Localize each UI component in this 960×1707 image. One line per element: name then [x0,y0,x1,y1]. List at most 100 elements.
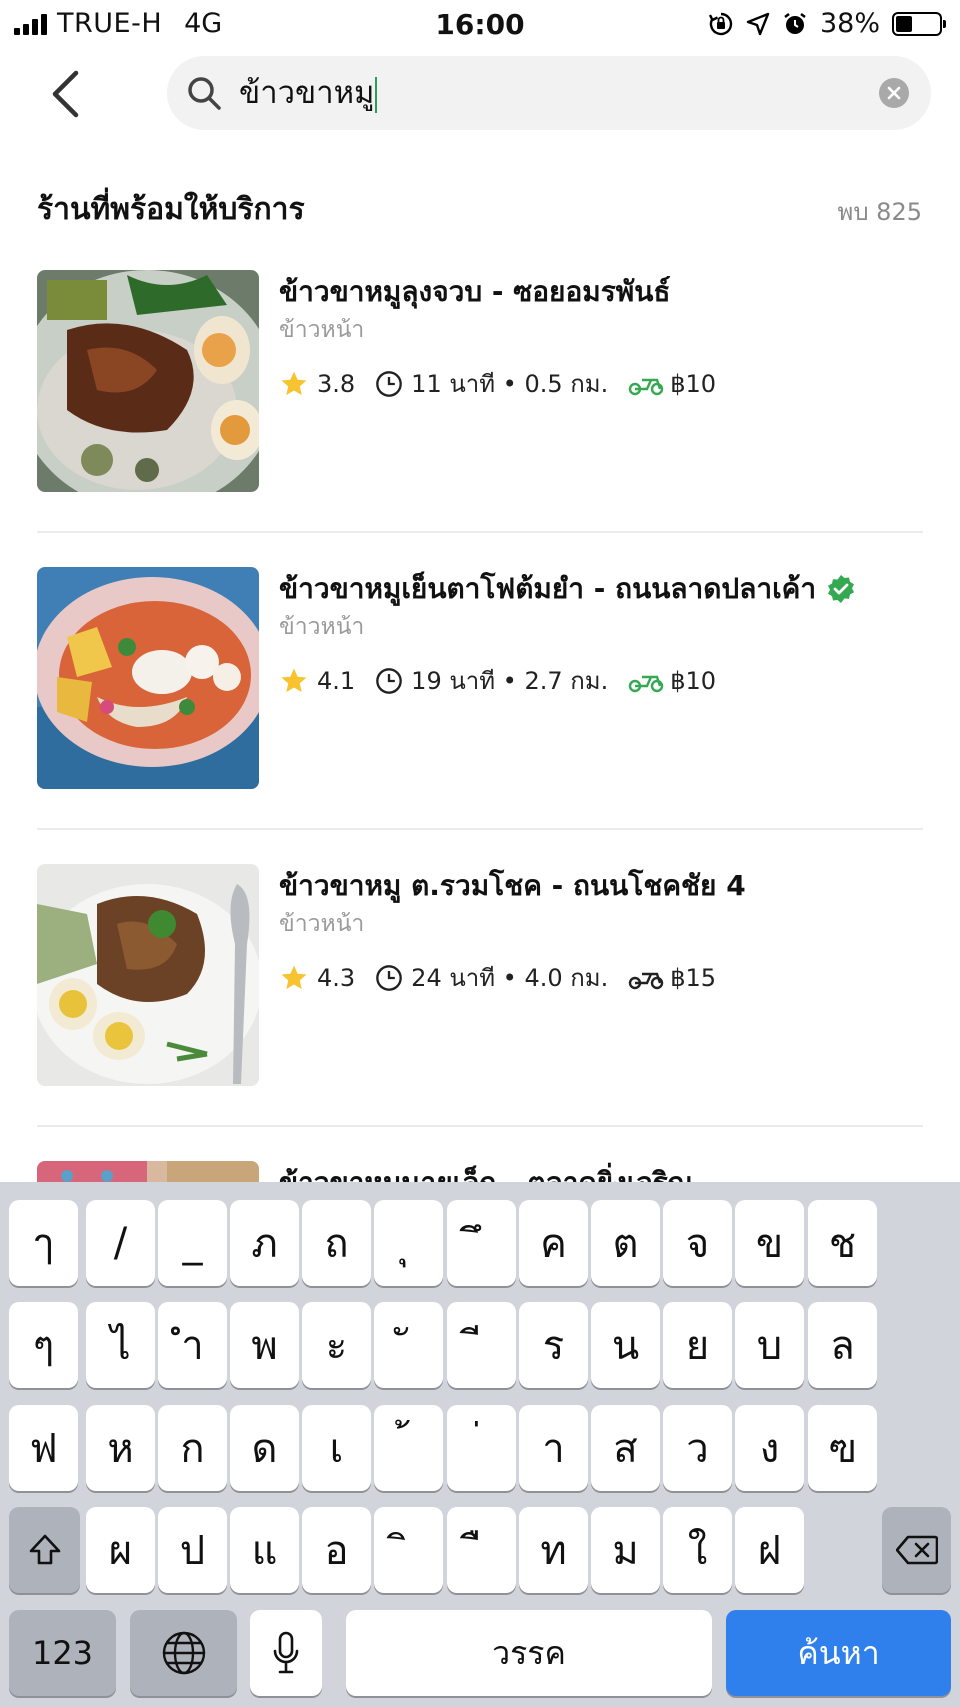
time-distance: 11 นาที • 0.5 กม. [411,370,609,398]
key-row2-9[interactable]: น [591,1302,660,1388]
rating: 4.3 [317,963,356,992]
globe-icon [162,1631,205,1675]
restaurant-category: ข้าวหน้า [279,614,365,640]
key-row2-12[interactable]: ล [808,1302,877,1388]
key-row3-10[interactable]: ว [663,1405,732,1491]
chevron-left-icon [52,70,79,118]
key-row4-4[interactable]: อ [302,1507,371,1593]
battery-icon [892,11,946,36]
key-row3-2[interactable]: ห [86,1405,155,1491]
search-icon [188,77,221,110]
key-row4-9[interactable]: ใ [663,1507,732,1593]
key-row4-6[interactable]: ื [447,1507,516,1593]
key-row1-2[interactable]: / [86,1200,155,1286]
key-row3-3[interactable]: ก [158,1405,227,1491]
key-row4-8[interactable]: ม [591,1507,660,1593]
clock-icon [376,964,403,991]
status-bar: TRUE-H 4G 16:00 38% [0,0,960,50]
text-caret [375,76,378,113]
key-row1-11[interactable]: ข [735,1200,804,1286]
restaurant-meta: 4.3 24 นาที • 4.0 กม. ฿15 [279,958,716,997]
key-row2-4[interactable]: พ [230,1302,299,1388]
rating: 4.1 [317,666,356,695]
key-row3-1[interactable]: ฟ [9,1405,78,1491]
divider [37,531,923,533]
section-title: ร้านที่พร้อมให้บริการ [37,192,305,227]
key-row3-7[interactable]: ่ [447,1405,516,1491]
shift-icon [29,1534,60,1565]
key-row4-7[interactable]: ท [519,1507,588,1593]
restaurant-item[interactable]: ข้าวขาหมูเย็นตาโฟต้มยำ - ถนนลาดปลาเค้า ข… [37,567,923,789]
delivery-scooter-icon [629,675,664,692]
key-row3-4[interactable]: ด [230,1405,299,1491]
delivery-fee: ฿10 [670,666,717,695]
star-icon [281,371,307,395]
key-row1-3[interactable]: _ [158,1200,227,1286]
key-row3-6[interactable]: ้ [374,1405,443,1491]
status-right: 38% [708,8,946,39]
key-row4-10[interactable]: ฝ [735,1507,804,1593]
key-row1-4[interactable]: ภ [230,1200,299,1286]
star-icon [281,965,307,989]
battery-percent: 38% [819,8,880,39]
key-row4-5[interactable]: ิ [374,1507,443,1593]
star-icon [281,668,307,692]
key-row2-10[interactable]: ย [663,1302,732,1388]
key-row1-5[interactable]: ถ [302,1200,371,1286]
key-row1-12[interactable]: ช [808,1200,877,1286]
numbers-key[interactable]: 123 [9,1610,116,1696]
key-row4-3[interactable]: แ [230,1507,299,1593]
delivery-scooter-icon [629,378,664,395]
search-input[interactable]: ข้าวขาหมู [239,56,378,130]
verified-badge-icon [826,574,856,604]
restaurant-item[interactable]: ข้าวขาหมูลุงจวบ - ซอยอมรพันธ์ ข้าวหน้า 3… [37,270,923,492]
key-row3-12[interactable]: ฃ [808,1405,877,1491]
time-distance: 19 นาที • 2.7 กม. [411,667,609,695]
key-row2-7[interactable]: ี [447,1302,516,1388]
result-count: พบ 825 [837,198,923,226]
clock-icon [376,667,403,694]
backspace-key[interactable] [882,1507,951,1593]
delivery-fee: ฿15 [670,963,717,992]
globe-key[interactable] [130,1610,237,1696]
key-row1-7[interactable]: ึ [447,1200,516,1286]
shift-key[interactable] [9,1507,80,1593]
alarm-icon [784,12,806,34]
key-row1-8[interactable]: ค [519,1200,588,1286]
key-row3-9[interactable]: ส [591,1405,660,1491]
restaurant-name: ข้าวขาหมู ต.รวมโชค - ถนนโชคชัย 4 [279,869,746,902]
backspace-icon [895,1535,938,1565]
clear-search-icon[interactable] [879,78,909,108]
key-row2-8[interactable]: ร [519,1302,588,1388]
key-row2-2[interactable]: ไ [86,1302,155,1388]
divider [37,828,923,830]
key-row3-8[interactable]: า [519,1405,588,1491]
key-row1-6[interactable]: ุ [374,1200,443,1286]
key-row1-9[interactable]: ต [591,1200,660,1286]
key-row4-2[interactable]: ป [158,1507,227,1593]
restaurant-meta: 4.1 19 นาที • 2.7 กม. ฿10 [279,661,716,700]
search-key[interactable]: ค้นหา [726,1610,951,1696]
restaurant-item[interactable]: ข้าวขาหมู ต.รวมโชค - ถนนโชคชัย 4 ข้าวหน้… [37,864,923,1086]
clock-icon [376,370,403,397]
key-row1-10[interactable]: จ [663,1200,732,1286]
restaurant-photo [37,567,259,789]
key-row3-11[interactable]: ง [735,1405,804,1491]
key-row2-6[interactable]: ั [374,1302,443,1388]
key-row4-1[interactable]: ผ [86,1507,155,1593]
back-button[interactable] [40,66,90,122]
key-row2-3[interactable]: ำ [158,1302,227,1388]
space-key[interactable]: วรรค [346,1610,712,1696]
restaurant-photo [37,270,259,492]
key-row3-5[interactable]: เ [302,1405,371,1491]
key-row2-5[interactable]: ะ [302,1302,371,1388]
restaurant-meta: 3.8 11 นาที • 0.5 กม. ฿10 [279,364,716,403]
key-row1-1[interactable]: ๅ [9,1200,78,1286]
key-row2-11[interactable]: บ [735,1302,804,1388]
restaurant-category: ข้าวหน้า [279,317,365,343]
dictation-key[interactable] [250,1610,322,1696]
search-box[interactable]: ข้าวขาหมู [167,56,931,130]
key-row2-1[interactable]: ๆ [9,1302,78,1388]
restaurant-photo [37,864,259,1086]
rating: 3.8 [317,369,356,398]
